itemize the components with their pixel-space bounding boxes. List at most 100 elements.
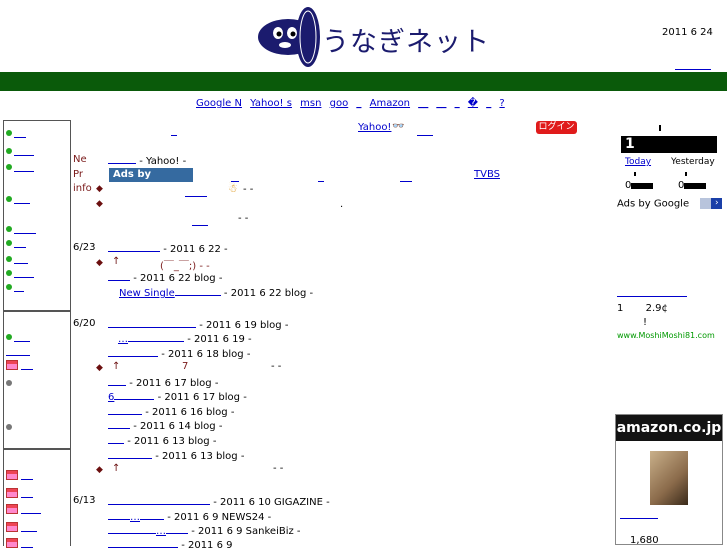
sidebar-menu-gifts <box>3 448 71 549</box>
next-ad-icon[interactable]: › <box>711 198 723 209</box>
sidebar-item[interactable] <box>6 503 41 515</box>
gift-icon <box>6 504 18 514</box>
sidebar-item[interactable] <box>6 267 34 279</box>
book-cover-image[interactable] <box>650 451 688 505</box>
search-link-6[interactable]: __ <box>436 98 446 109</box>
current-date: 2011 6 24 <box>662 27 713 38</box>
search-engine-links: Google N Yahoo! s msn goo _ Amazon __ __… <box>196 98 510 109</box>
search-link-8[interactable]: � <box>468 98 478 109</box>
info-dot: . <box>340 199 344 210</box>
counter-tick <box>659 125 661 131</box>
news-item: … - 2011 6 9 SankeiBiz - <box>108 524 301 537</box>
sidebar-item[interactable] <box>6 145 34 157</box>
search-link-msn[interactable]: msn <box>300 98 321 109</box>
today-tab[interactable]: Today <box>625 157 651 167</box>
label-pr: Pr <box>73 169 83 180</box>
ad-price: 1 2.9¢ <box>617 303 668 314</box>
sidebar-item[interactable] <box>6 487 33 499</box>
amazon-logo[interactable]: amazon.co.jp <box>616 415 722 441</box>
search-link-5[interactable]: __ <box>418 98 428 109</box>
news-item: New Single - 2011 6 22 blog - <box>119 288 314 299</box>
green-dot-icon <box>6 256 12 262</box>
news-item: - - <box>273 463 284 474</box>
amazon-price: 1,680 <box>630 535 659 546</box>
ad-link[interactable] <box>400 172 412 182</box>
news-date: 6/20 <box>73 318 96 329</box>
search-link-amazon[interactable]: Amazon <box>370 98 410 109</box>
diamond-icon: ◆ <box>96 363 103 373</box>
ad-link[interactable] <box>231 172 239 182</box>
gift-icon <box>6 522 18 532</box>
search-link-yahoo[interactable]: Yahoo! s <box>250 98 292 109</box>
yesterday-label: Yesterday <box>671 157 715 167</box>
sidebar-item[interactable] <box>6 359 33 371</box>
diamond-icon: ◆ <box>96 184 103 194</box>
gift-icon <box>6 538 18 548</box>
sidebar-item[interactable] <box>6 345 30 357</box>
diamond-icon: ◆ <box>96 199 103 209</box>
header-link[interactable] <box>675 60 711 70</box>
sidebar-bullet <box>6 421 12 433</box>
info-link[interactable] <box>185 187 207 197</box>
green-dot-icon <box>6 334 12 340</box>
news-item: - 2011 6 18 blog - <box>108 347 250 360</box>
sidebar-item[interactable] <box>6 161 34 173</box>
yahoo-link[interactable]: Yahoo! <box>358 122 391 133</box>
gift-icon <box>6 360 18 370</box>
sidebar-item[interactable] <box>6 537 33 549</box>
sidebar-item[interactable] <box>6 331 30 343</box>
prev-ad-icon[interactable] <box>700 198 712 209</box>
yahoo-extra-link[interactable] <box>417 126 433 136</box>
today-count: 0 <box>625 180 654 191</box>
green-dot-icon <box>6 164 12 170</box>
ad-link[interactable] <box>617 296 687 297</box>
news-item: - 2011 6 17 blog - <box>108 376 218 389</box>
info-link[interactable] <box>192 216 208 226</box>
emoji-icon: ☃ <box>228 182 238 195</box>
info-text: - - <box>243 184 254 195</box>
search-link-blank[interactable]: _ <box>356 98 361 109</box>
search-link-google[interactable]: Google N <box>196 98 242 109</box>
logo-wordmark[interactable]: うなぎネット <box>322 20 490 59</box>
yesterday-count: 0 <box>678 180 707 191</box>
sidebar-bullet <box>6 377 12 389</box>
news-item: - 2011 6 13 blog - <box>108 449 244 462</box>
amazon-item-link[interactable] <box>620 518 658 519</box>
tvbs-link[interactable]: TVBS <box>474 169 500 180</box>
info-text: - - <box>238 213 249 224</box>
up-arrow-icon: ↑ <box>112 256 121 267</box>
news-item: - Yahoo! - <box>108 154 186 167</box>
login-button[interactable]: ログイン <box>536 121 577 134</box>
sidebar-item[interactable] <box>6 193 30 205</box>
search-link-9[interactable]: _ <box>486 98 491 109</box>
sidebar-item[interactable] <box>6 469 33 481</box>
green-dot-icon <box>6 148 12 154</box>
sidebar-menu-green <box>3 120 71 312</box>
sidebar-item[interactable] <box>6 237 26 249</box>
amazon-widget: amazon.co.jp 1,680 <box>615 414 723 546</box>
sidebar-item[interactable] <box>6 253 28 265</box>
ad-url[interactable]: www.MoshiMoshi81.com <box>617 331 715 340</box>
gift-icon <box>6 470 18 480</box>
news-item: - 2011 6 13 blog - <box>108 434 216 447</box>
sidebar-item[interactable] <box>6 281 24 293</box>
ads-by-google-label[interactable]: Ads by Google <box>109 168 193 194</box>
ad-exclaim: ! <box>643 317 648 328</box>
search-link-goo[interactable]: goo <box>330 98 349 109</box>
gray-dot-icon <box>6 424 12 430</box>
count-bar <box>684 182 707 189</box>
label-info: info <box>73 183 92 194</box>
ad-link[interactable] <box>318 172 324 182</box>
news-item: - - <box>271 361 282 372</box>
main-top-link[interactable] <box>171 126 177 136</box>
sidebar-item[interactable] <box>6 127 26 139</box>
counter-marker <box>685 172 687 176</box>
up-arrow-icon: ↑ <box>112 361 121 372</box>
counter-marker <box>634 172 636 176</box>
green-dot-icon <box>6 284 12 290</box>
sidebar-item[interactable] <box>6 223 36 235</box>
sidebar-item[interactable] <box>6 521 37 533</box>
search-link-help[interactable]: ? <box>499 98 504 109</box>
search-link-7[interactable]: _ <box>455 98 460 109</box>
up-arrow-icon: ↑ <box>112 463 121 474</box>
